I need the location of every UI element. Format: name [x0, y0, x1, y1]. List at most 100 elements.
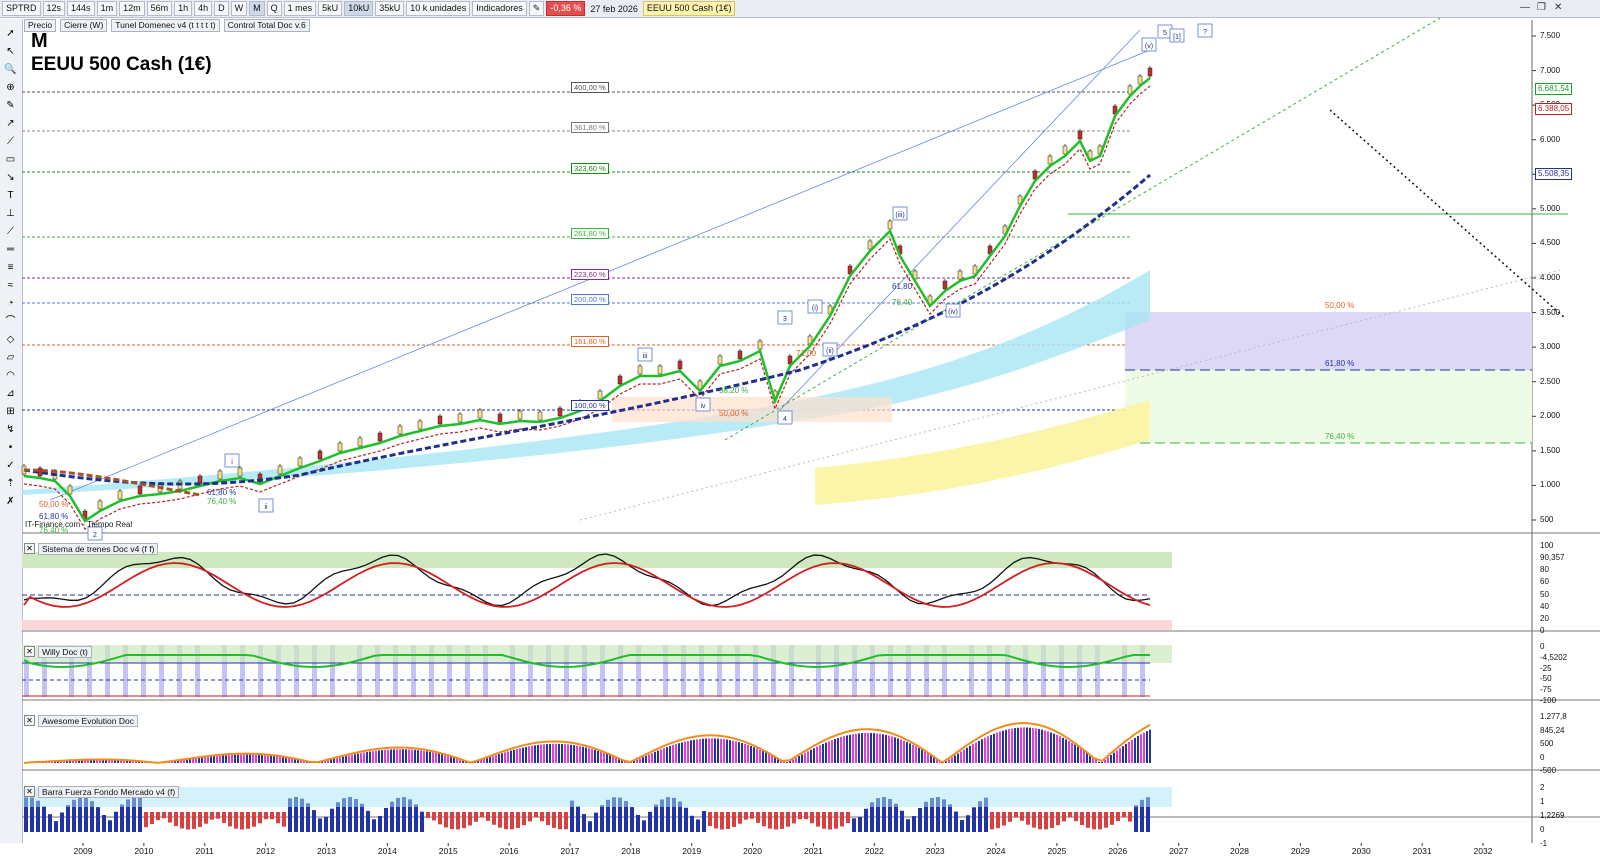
awesome-bar	[1131, 739, 1133, 763]
awesome-bar	[495, 755, 497, 763]
price-tick: 4.500	[1540, 238, 1561, 248]
barra-bar	[204, 812, 208, 824]
barra-bar	[828, 812, 832, 830]
pane-title-willy[interactable]: Willy Doc (t)	[38, 645, 92, 658]
awesome-bar	[654, 751, 656, 763]
barra-bar	[1038, 812, 1042, 830]
awesome-bar	[594, 749, 596, 763]
pane-title-barra[interactable]: Barra Fuerza Fondo Mercado v4 (f)	[38, 785, 180, 798]
barra-bar	[1110, 812, 1114, 825]
year-label: 2026	[1108, 846, 1128, 856]
pane-axis-tick: -500	[1540, 766, 1557, 775]
awesome-bar	[927, 753, 929, 763]
year-label: 2010	[134, 846, 154, 856]
wave-label: 4	[783, 416, 787, 423]
barra-bar	[960, 820, 964, 832]
awesome-bar	[393, 749, 395, 763]
barra-bar	[852, 818, 856, 832]
awesome-bar	[498, 754, 500, 763]
small-fib-618c: 61,80	[892, 282, 913, 291]
barra-bar	[576, 806, 580, 832]
awesome-bar	[921, 749, 923, 763]
candle	[1047, 155, 1053, 165]
trains-line-red	[23, 562, 1151, 608]
awesome-bar	[246, 754, 248, 763]
year-label: 2031	[1412, 846, 1432, 856]
awesome-bar	[525, 746, 527, 763]
candle	[377, 432, 383, 442]
awesome-bar	[957, 753, 959, 763]
price-tick: 500	[1540, 515, 1554, 524]
awesome-bar	[405, 749, 407, 763]
awesome-bar	[1050, 732, 1052, 763]
orange-box	[612, 397, 892, 422]
awesome-bar	[642, 756, 644, 763]
awesome-bar	[786, 762, 788, 763]
year-label: 2011	[195, 846, 214, 856]
awesome-bar	[231, 754, 233, 763]
barra-bar	[894, 803, 898, 832]
year-label: 2017	[560, 846, 580, 856]
awesome-bar	[849, 734, 851, 763]
awesome-bar	[1002, 730, 1004, 763]
year-label: 2019	[682, 846, 702, 856]
chart-canvas[interactable]: 2iiiiiiiv34(i)(ii)(iii)(iv)(v)5[1]?	[0, 0, 1600, 861]
barra-bar	[456, 812, 460, 830]
awesome-bar	[720, 738, 722, 763]
candle	[887, 220, 893, 230]
candle	[657, 365, 663, 375]
awesome-bar	[576, 745, 578, 763]
barra-bar	[210, 812, 214, 820]
close-icon[interactable]: ✕	[24, 543, 35, 554]
awesome-bar	[612, 756, 614, 763]
awesome-bar	[567, 744, 569, 763]
awesome-bar	[660, 749, 662, 763]
candle	[477, 409, 483, 419]
barra-bar	[750, 812, 754, 819]
awesome-bar	[363, 752, 365, 763]
awesome-bar	[744, 743, 746, 763]
awesome-bar	[273, 756, 275, 763]
awesome-bar	[876, 733, 878, 763]
wave-label: iii	[643, 353, 648, 360]
barra-bar	[822, 812, 826, 829]
close-icon[interactable]: ✕	[24, 715, 35, 726]
awesome-bar	[900, 739, 902, 763]
price-tick: 2.000	[1540, 411, 1561, 421]
awesome-bar	[675, 744, 677, 763]
barra-bar	[216, 812, 220, 819]
barra-bar	[222, 812, 226, 823]
pane-title-awesome[interactable]: Awesome Evolution Doc	[38, 714, 138, 727]
awesome-bar	[432, 752, 434, 763]
barra-bar	[1116, 812, 1120, 822]
awesome-bar	[1029, 727, 1031, 763]
awesome-bar	[603, 752, 605, 763]
awesome-bar	[360, 753, 362, 763]
wave-label: iv	[700, 403, 706, 410]
awesome-bar	[1137, 736, 1139, 763]
awesome-bar	[408, 749, 410, 763]
awesome-bar	[999, 731, 1001, 763]
price-tick: 1.000	[1540, 480, 1561, 490]
pane-axis-tick: 1,2269	[1540, 811, 1565, 820]
awesome-bar	[369, 751, 371, 763]
year-label: 2032	[1473, 846, 1493, 856]
wave-label: 3	[783, 316, 787, 323]
barra-bar	[420, 811, 424, 832]
close-icon[interactable]: ✕	[24, 786, 35, 797]
pane-title-trains[interactable]: Sistema de trenes Doc v4 (f f)	[38, 542, 159, 555]
barra-bar	[594, 812, 598, 832]
awesome-bar	[285, 757, 287, 763]
barra-bar	[468, 812, 472, 826]
awesome-bar	[1017, 727, 1019, 763]
awesome-bar	[723, 739, 725, 763]
awesome-bar	[831, 740, 833, 763]
awesome-bar	[705, 738, 707, 763]
awesome-bar	[597, 750, 599, 763]
close-icon[interactable]: ✕	[24, 646, 35, 657]
year-label: 2012	[256, 846, 276, 856]
awesome-bar	[1122, 746, 1124, 763]
awesome-bar	[207, 756, 209, 763]
barra-bar	[690, 815, 694, 832]
pane-header-willy: ✕ Willy Doc (t)	[24, 645, 92, 658]
